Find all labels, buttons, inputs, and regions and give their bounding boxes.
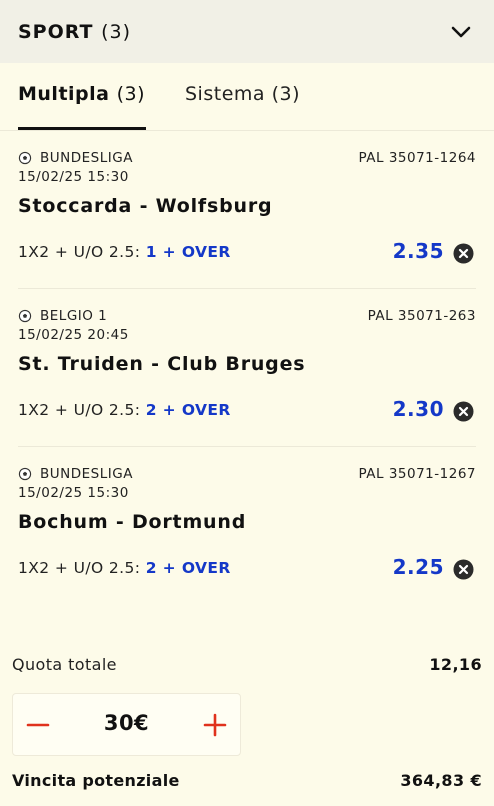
event-datetime: 15/02/25 15:30 xyxy=(18,485,129,501)
event-datetime: 15/02/25 15:30 xyxy=(18,169,129,185)
market-label: 1X2 + U/O 2.5: xyxy=(18,559,141,577)
bet-item: BELGIO 1 PAL 35071-263 15/02/25 20:45 St… xyxy=(0,289,494,447)
selection-label: 2 + OVER xyxy=(145,401,231,419)
pal-code: PAL 35071-263 xyxy=(367,308,476,324)
market-label: 1X2 + U/O 2.5: xyxy=(18,401,141,419)
soccer-ball-icon xyxy=(18,467,32,481)
match-name: St. Truiden - Club Bruges xyxy=(18,353,306,375)
match-name: Stoccarda - Wolfsburg xyxy=(18,195,273,217)
soccer-ball-icon xyxy=(18,151,32,165)
match-name: Bochum - Dortmund xyxy=(18,511,247,533)
league-name: BUNDESLIGA xyxy=(40,150,133,166)
tab-sistema-label: Sistema xyxy=(185,83,266,105)
section-title-label: SPORT xyxy=(18,20,94,43)
active-tab-indicator xyxy=(18,127,146,130)
tab-multipla-count: (3) xyxy=(116,83,146,105)
market-row: 1X2 + U/O 2.5: 1 + OVER xyxy=(18,243,231,261)
league-row: BUNDESLIGA xyxy=(18,466,133,482)
league-row: BUNDESLIGA xyxy=(18,150,133,166)
event-datetime: 15/02/25 20:45 xyxy=(18,327,129,343)
tab-multipla[interactable]: Multipla (3) xyxy=(18,83,145,105)
section-title: SPORT (3) xyxy=(18,21,131,43)
market-row: 1X2 + U/O 2.5: 2 + OVER xyxy=(18,401,231,419)
market-row: 1X2 + U/O 2.5: 2 + OVER xyxy=(18,559,231,577)
bet-type-tabs: Multipla (3) Sistema (3) xyxy=(0,63,494,131)
pal-code: PAL 35071-1267 xyxy=(358,466,476,482)
remove-bet-icon[interactable] xyxy=(453,243,474,264)
odd-value: 2.30 xyxy=(392,397,444,421)
potential-win-value: 364,83 € xyxy=(400,771,482,790)
chevron-down-icon[interactable] xyxy=(450,21,472,43)
soccer-ball-icon xyxy=(18,309,32,323)
odd-value: 2.35 xyxy=(392,239,444,263)
total-odds-value: 12,16 xyxy=(429,655,482,674)
stake-stepper: 30€ xyxy=(12,693,241,756)
bet-item: BUNDESLIGA PAL 35071-1264 15/02/25 15:30… xyxy=(0,131,494,289)
potential-win-label: Vincita potenziale xyxy=(12,771,180,790)
tab-sistema-count: (3) xyxy=(271,83,300,105)
league-name: BUNDESLIGA xyxy=(40,466,133,482)
odd-value: 2.25 xyxy=(392,555,444,579)
tab-multipla-label: Multipla xyxy=(18,83,110,105)
pal-code: PAL 35071-1264 xyxy=(358,150,476,166)
total-odds-label: Quota totale xyxy=(12,655,117,674)
remove-bet-icon[interactable] xyxy=(453,559,474,580)
bet-item: BUNDESLIGA PAL 35071-1267 15/02/25 15:30… xyxy=(0,447,494,605)
sport-section-header[interactable]: SPORT (3) xyxy=(0,0,494,63)
league-name: BELGIO 1 xyxy=(40,308,108,324)
selection-label: 2 + OVER xyxy=(145,559,231,577)
remove-bet-icon[interactable] xyxy=(453,401,474,422)
selection-label: 1 + OVER xyxy=(145,243,231,261)
league-row: BELGIO 1 xyxy=(18,308,107,324)
tab-sistema[interactable]: Sistema (3) xyxy=(185,83,300,105)
section-count: (3) xyxy=(101,20,132,43)
market-label: 1X2 + U/O 2.5: xyxy=(18,243,141,261)
plus-icon[interactable] xyxy=(200,710,230,740)
